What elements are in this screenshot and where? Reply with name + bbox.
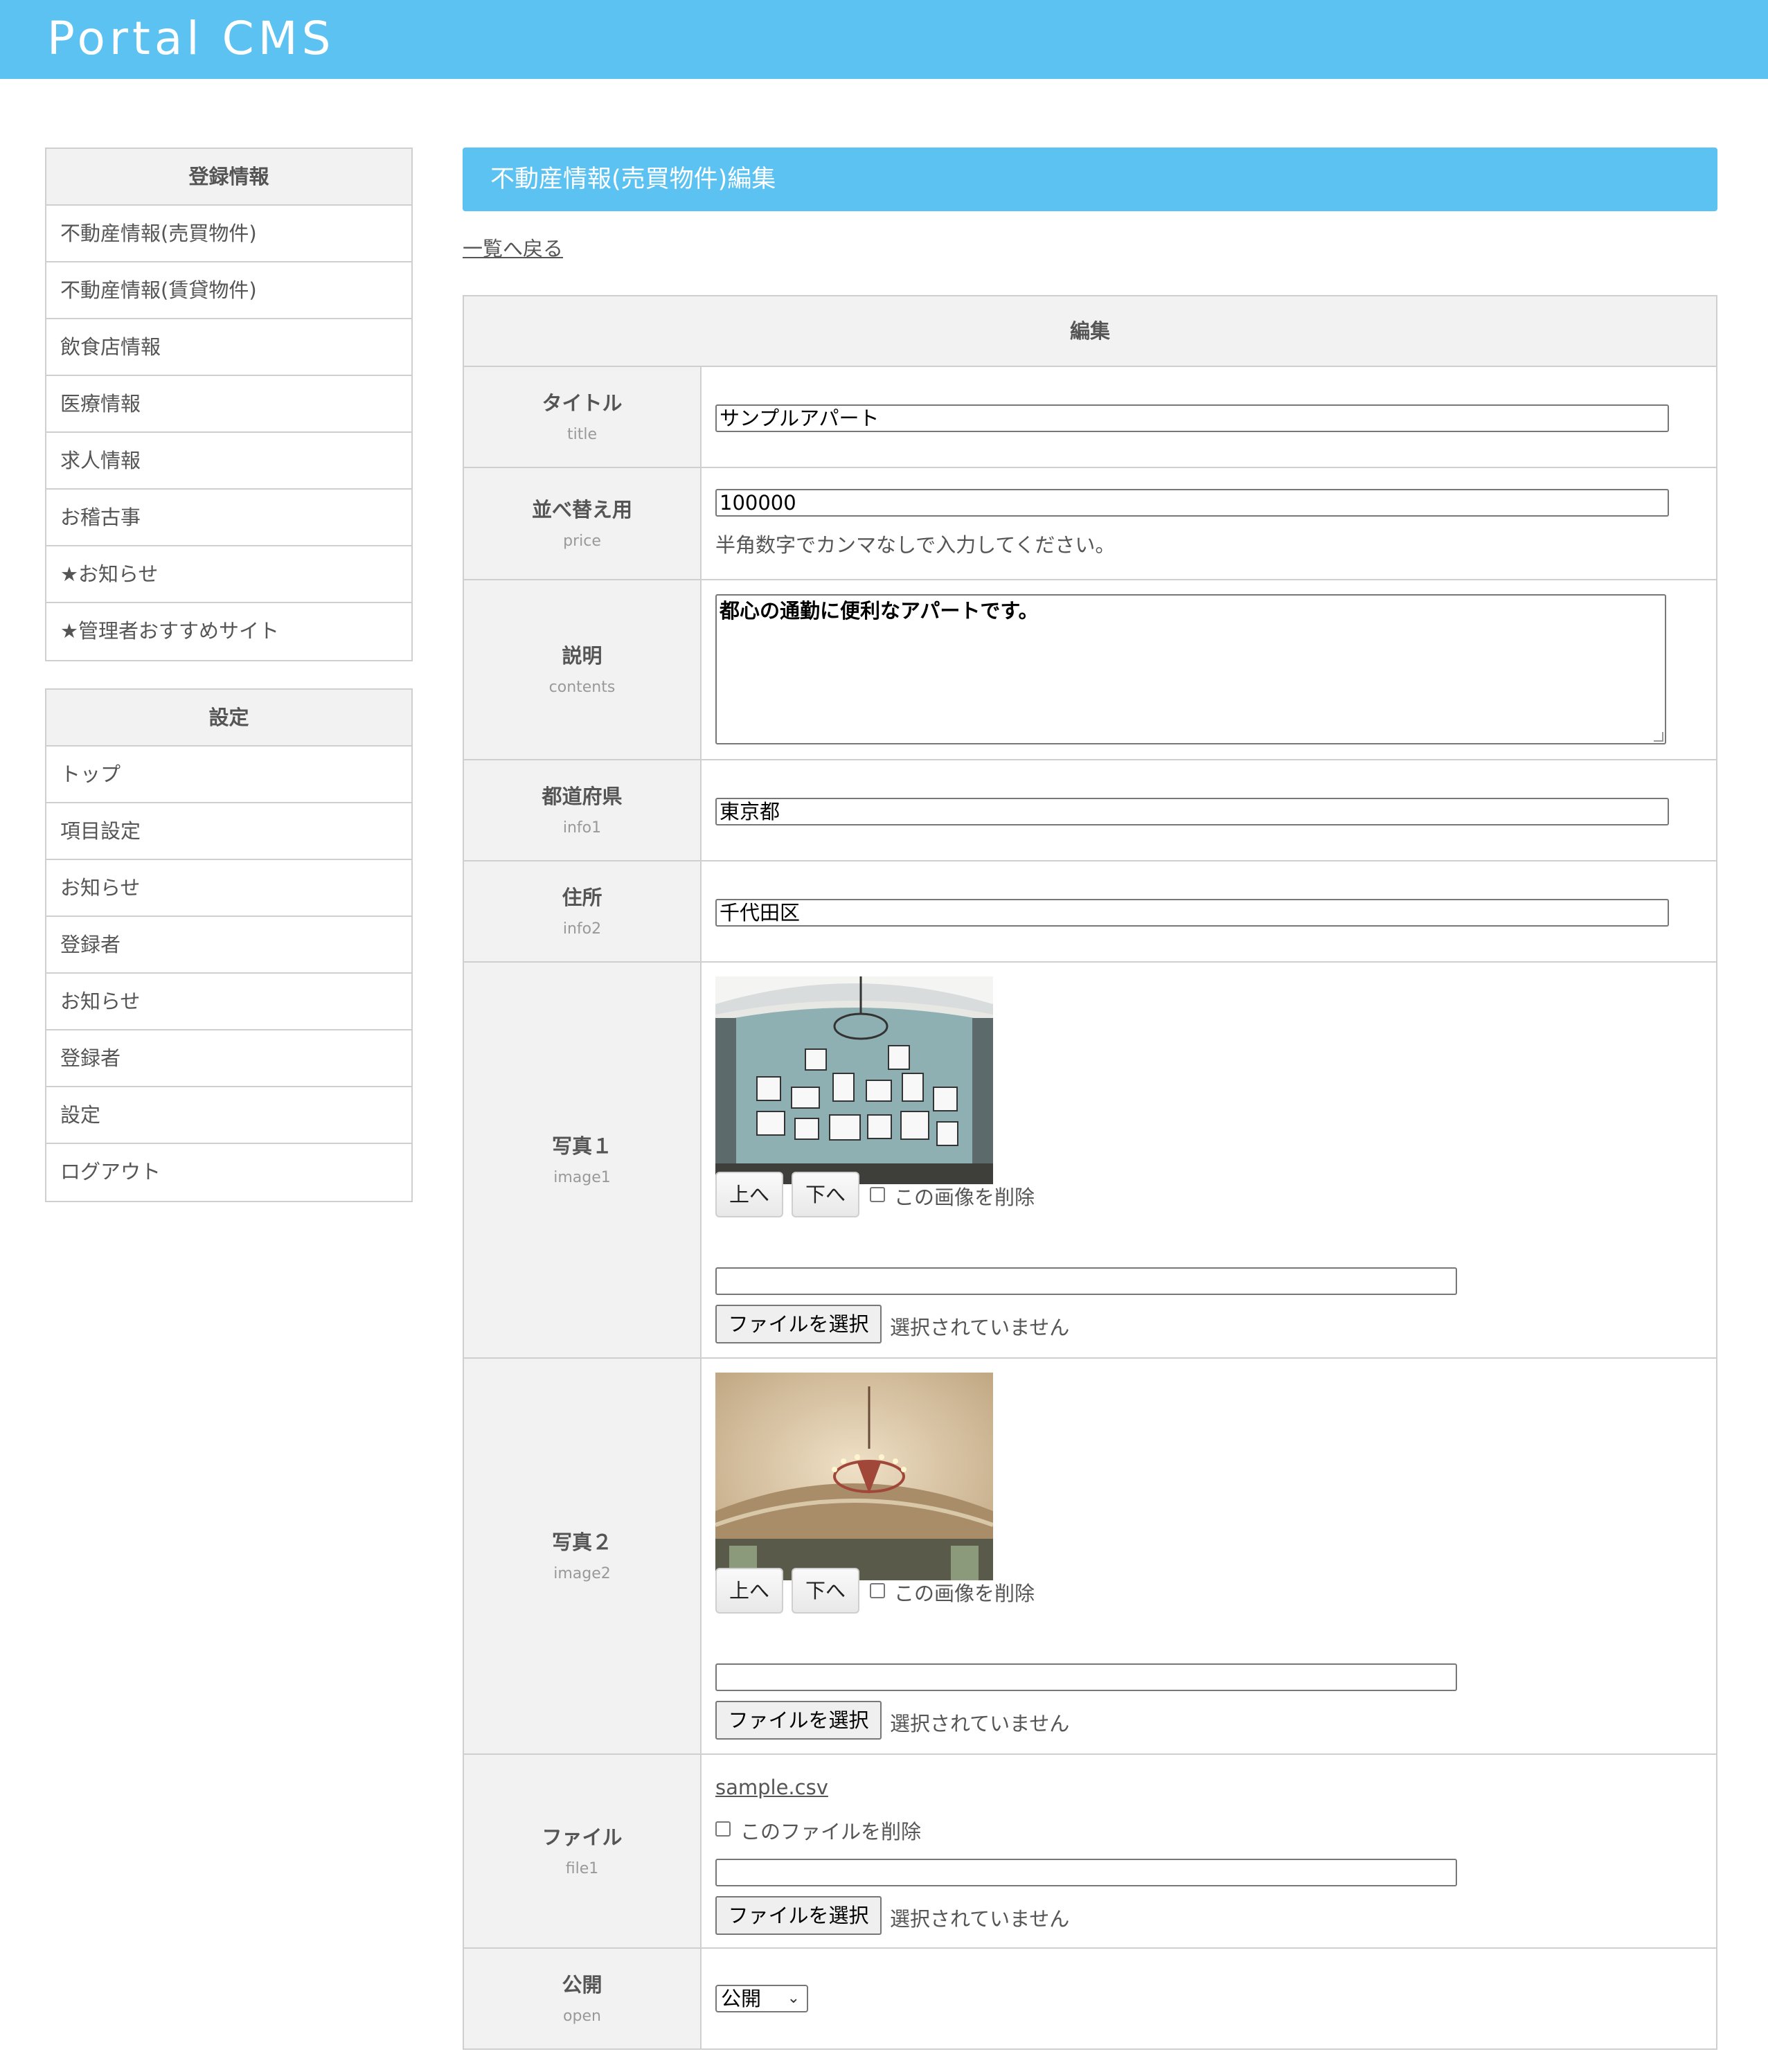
chevron-down-icon: ⌄ <box>787 1990 800 2007</box>
form-row-title: タイトル title サンプルアパート <box>464 367 1716 468</box>
app-logo[interactable]: Portal CMS <box>47 10 335 68</box>
field-label: 説明 contents <box>464 580 702 759</box>
image2-no-file-label: 選択されていません <box>890 1712 1070 1735</box>
field-label-jp: 住所 <box>562 886 602 909</box>
sidebar-registration: 登録情報 不動産情報(売買物件) 不動産情報(賃貸物件) 飲食店情報 医療情報 … <box>45 148 413 661</box>
field-label-jp: ファイル <box>542 1825 623 1849</box>
sidebar-item-realestate-rent[interactable]: 不動産情報(賃貸物件) <box>46 262 411 319</box>
gallery-wall-photo <box>715 976 993 1184</box>
form-row-price: 並べ替え用 price 100000 半角数字でカンマなしで入力してください。 <box>464 468 1716 580</box>
file1-no-file-label: 選択されていません <box>890 1907 1070 1931</box>
sidebar-item-notices[interactable]: ★お知らせ <box>46 546 411 603</box>
field-label: 並べ替え用 price <box>464 468 702 579</box>
field-label: ファイル file1 <box>464 1755 702 1947</box>
price-input[interactable]: 100000 <box>715 489 1669 517</box>
sidebar-item-settings[interactable]: 設定 <box>46 1087 411 1144</box>
page-title: 不動産情報(売買物件)編集 <box>463 148 1717 211</box>
image1-delete-label: この画像を削除 <box>894 1186 1035 1209</box>
sidebar-item-announcements[interactable]: お知らせ <box>46 860 411 917</box>
field-label-key: open <box>563 2008 601 2025</box>
file1-path-input[interactable] <box>715 1859 1457 1886</box>
form-row-image1: 写真１ image1 上へ 下へ この画像を削除 ファイルを選択 選択されていま… <box>464 963 1716 1359</box>
open-select-value: 公開 <box>721 1987 762 2010</box>
field-label-jp: 公開 <box>562 1973 602 1997</box>
file1-choose-file-button[interactable]: ファイルを選択 <box>715 1896 882 1935</box>
field-label-jp: タイトル <box>542 391 623 415</box>
field-label: 住所 info2 <box>464 861 702 961</box>
chandelier-photo <box>715 1373 993 1580</box>
field-label: 写真２ image2 <box>464 1359 702 1753</box>
image2-up-button[interactable]: 上へ <box>715 1568 783 1614</box>
file1-download-link[interactable]: sample.csv <box>715 1776 828 1799</box>
sidebar-item-top[interactable]: トップ <box>46 747 411 803</box>
sidebar-section-title: 登録情報 <box>46 149 411 206</box>
address-input[interactable]: 千代田区 <box>715 899 1669 927</box>
form-row-open: 公開 open 公開 ⌄ <box>464 1949 1716 2048</box>
field-label-jp: 説明 <box>562 644 602 668</box>
image1-up-button[interactable]: 上へ <box>715 1172 783 1217</box>
sidebar-item-recommended-sites[interactable]: ★管理者おすすめサイト <box>46 603 411 660</box>
sidebar-item-lessons[interactable]: お稽古事 <box>46 490 411 546</box>
resize-grip-icon[interactable] <box>1654 732 1663 742</box>
sidebar-item-registrants-2[interactable]: 登録者 <box>46 1030 411 1087</box>
open-select[interactable]: 公開 ⌄ <box>715 1985 808 2012</box>
sidebar-item-realestate-sale[interactable]: 不動産情報(売買物件) <box>46 206 411 262</box>
image1-thumbnail <box>715 976 993 1184</box>
field-label-key: file1 <box>565 1860 599 1877</box>
field-label-key: contents <box>548 679 616 696</box>
title-input[interactable]: サンプルアパート <box>715 404 1669 432</box>
image1-down-button[interactable]: 下へ <box>792 1172 859 1217</box>
field-label: 公開 open <box>464 1949 702 2048</box>
file1-delete-label: このファイルを削除 <box>740 1820 922 1843</box>
image1-path-input[interactable] <box>715 1267 1457 1295</box>
image2-delete-checkbox[interactable] <box>870 1583 885 1598</box>
form-row-file1: ファイル file1 sample.csv このファイルを削除 ファイルを選択 … <box>464 1755 1716 1949</box>
field-label: 都道府県 info1 <box>464 760 702 860</box>
image1-choose-file-button[interactable]: ファイルを選択 <box>715 1305 882 1343</box>
back-to-list-link[interactable]: 一覧へ戻る <box>463 233 563 262</box>
form-row-info1: 都道府県 info1 東京都 <box>464 760 1716 861</box>
field-label-key: info1 <box>562 819 602 837</box>
field-label-key: image2 <box>553 1565 611 1582</box>
field-label-jp: 写真２ <box>551 1530 612 1554</box>
field-label-jp: 写真１ <box>551 1134 612 1158</box>
sidebar-item-medical[interactable]: 医療情報 <box>46 376 411 433</box>
image2-path-input[interactable] <box>715 1663 1457 1691</box>
field-label: タイトル title <box>464 367 702 467</box>
sidebar-item-registrants[interactable]: 登録者 <box>46 917 411 974</box>
image2-choose-file-button[interactable]: ファイルを選択 <box>715 1701 882 1740</box>
contents-textarea[interactable]: 都心の通勤に便利なアパートです。 <box>715 594 1666 744</box>
sidebar-item-logout[interactable]: ログアウト <box>46 1144 411 1201</box>
image1-delete-checkbox[interactable] <box>870 1187 885 1202</box>
sidebar-item-jobs[interactable]: 求人情報 <box>46 433 411 490</box>
form-row-info2: 住所 info2 千代田区 <box>464 861 1716 963</box>
edit-form: 編集 タイトル title サンプルアパート 並べ替え用 price 10000… <box>463 295 1717 2050</box>
field-label-key: image1 <box>553 1169 611 1186</box>
image2-thumbnail <box>715 1373 993 1580</box>
contents-text: 都心の通勤に便利なアパートです。 <box>720 599 1039 623</box>
sidebar-item-restaurants[interactable]: 飲食店情報 <box>46 319 411 376</box>
field-label-key: title <box>566 426 597 443</box>
field-label: 写真１ image1 <box>464 963 702 1357</box>
file1-delete-checkbox[interactable] <box>715 1821 731 1837</box>
price-hint: 半角数字でカンマなしで入力してください。 <box>715 533 1116 557</box>
sidebar-section-title: 設定 <box>46 690 411 747</box>
field-label-key: info2 <box>562 920 602 938</box>
field-label-jp: 並べ替え用 <box>531 498 632 521</box>
form-row-image2: 写真２ image2 上へ 下へ この画像を削除 ファイルを選択 選択されていま… <box>464 1359 1716 1755</box>
field-label-jp: 都道府県 <box>542 785 623 808</box>
sidebar-item-field-settings[interactable]: 項目設定 <box>46 803 411 860</box>
sidebar-item-announcements-2[interactable]: お知らせ <box>46 974 411 1030</box>
form-header: 編集 <box>464 296 1716 367</box>
prefecture-input[interactable]: 東京都 <box>715 798 1669 825</box>
form-row-contents: 説明 contents 都心の通勤に便利なアパートです。 <box>464 580 1716 760</box>
image2-delete-label: この画像を削除 <box>894 1582 1035 1605</box>
field-label-key: price <box>563 533 601 550</box>
image1-no-file-label: 選択されていません <box>890 1316 1070 1339</box>
image2-down-button[interactable]: 下へ <box>792 1568 859 1614</box>
sidebar-settings: 設定 トップ 項目設定 お知らせ 登録者 お知らせ 登録者 設定 ログアウト <box>45 688 413 1202</box>
app-header: Portal CMS <box>0 0 1768 79</box>
